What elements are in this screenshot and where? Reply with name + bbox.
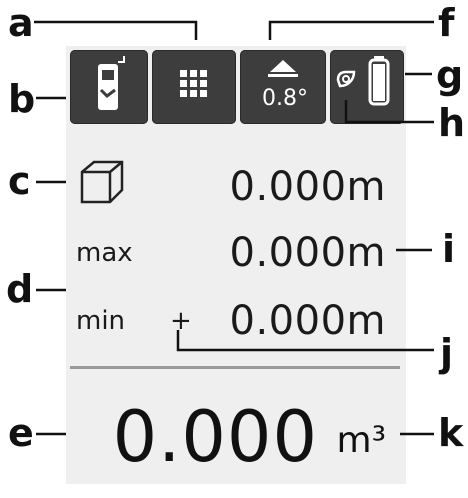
callout-h: h bbox=[438, 101, 466, 145]
callout-k: k bbox=[438, 411, 464, 455]
callout-lines bbox=[34, 20, 434, 436]
callout-i: i bbox=[442, 227, 456, 271]
callout-line-j bbox=[176, 330, 434, 352]
callout-e: e bbox=[8, 411, 34, 455]
callout-line-f bbox=[268, 20, 434, 40]
callout-b: b bbox=[8, 77, 36, 121]
callout-f: f bbox=[438, 1, 455, 45]
callout-d: d bbox=[6, 267, 34, 311]
callout-line-h bbox=[344, 100, 434, 124]
callout-j: j bbox=[440, 331, 454, 375]
callout-line-a bbox=[34, 20, 198, 40]
callout-c: c bbox=[8, 159, 31, 203]
callout-g: g bbox=[436, 53, 464, 97]
callout-a: a bbox=[8, 1, 34, 45]
